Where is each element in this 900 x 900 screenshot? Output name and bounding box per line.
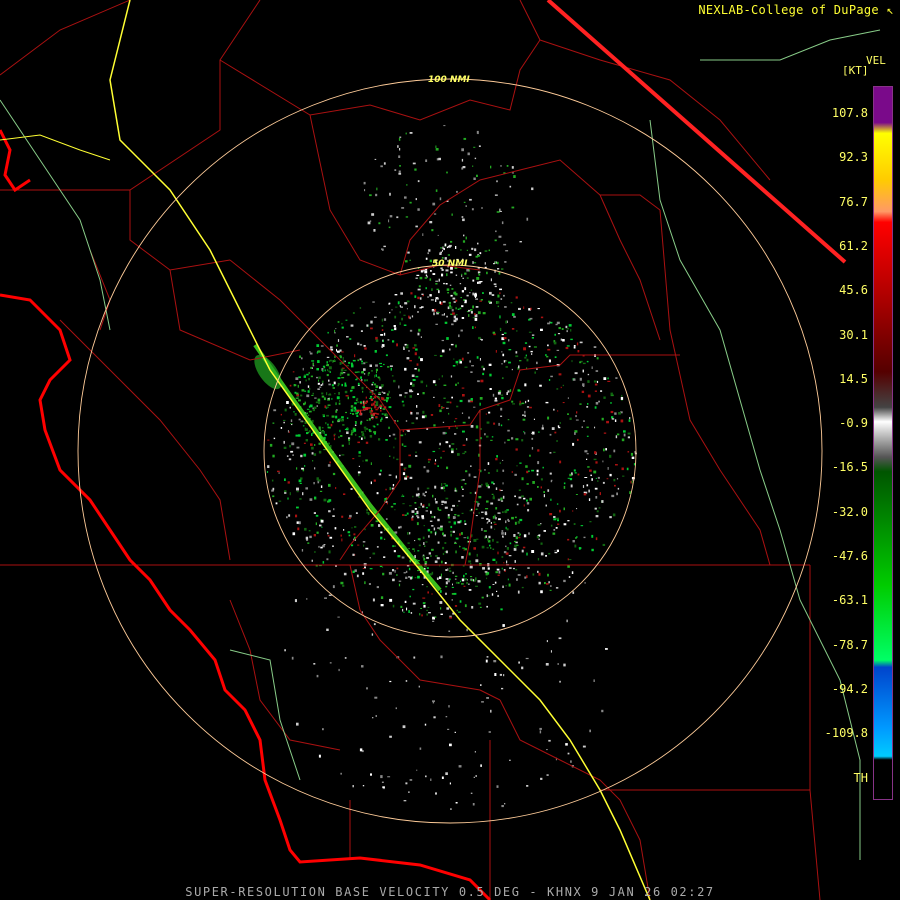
legend-product-code: VEL	[866, 54, 886, 67]
legend-tick-label: 45.6	[839, 283, 868, 298]
legend-tick-label: 107.8	[831, 106, 868, 120]
highway-2	[0, 134, 111, 161]
state-boundary	[546, 0, 847, 264]
legend-tick-label: -63.1	[831, 593, 868, 608]
range-ring-100	[77, 78, 823, 824]
legend-tick-label: 76.7	[839, 194, 868, 209]
legend-tick-label: -32.0	[831, 504, 868, 519]
legend-tick-label: 30.1	[839, 327, 868, 342]
legend-tick-label: 61.2	[839, 238, 868, 253]
legend-tick-label: 92.3	[839, 150, 868, 165]
legend-tick-label: TH	[853, 770, 868, 785]
range-ring-label-100: 100 NMI	[428, 75, 470, 85]
radar-map: 50 NMI 100 NMI	[0, 0, 881, 900]
county-boundaries	[0, 0, 821, 900]
legend-tick-label: 14.5	[839, 371, 868, 386]
legend-units: [KT]	[842, 64, 869, 77]
brand-label: NEXLAB-College of DuPage	[698, 3, 879, 17]
coastline	[0, 293, 492, 900]
legend-tick-label: -94.2	[831, 681, 868, 696]
product-caption: SUPER-RESOLUTION BASE VELOCITY 0.5 DEG -…	[185, 885, 715, 899]
legend-tick-label: -109.8	[824, 726, 868, 741]
legend-tick-label: -47.6	[831, 549, 868, 563]
legend-colorbar	[873, 86, 893, 800]
cursor-arrow-icon: ↖	[886, 3, 894, 17]
range-rings	[77, 78, 823, 824]
legend-tick-label: -16.5	[831, 460, 868, 475]
radar-echoes	[253, 125, 637, 810]
brand-link[interactable]: NEXLAB-College of DuPage ↖	[698, 3, 894, 17]
legend-tick-label: -0.9	[839, 416, 868, 431]
legend-tick-label: -78.7	[831, 637, 868, 652]
range-ring-label-50: 50 NMI	[432, 259, 468, 269]
